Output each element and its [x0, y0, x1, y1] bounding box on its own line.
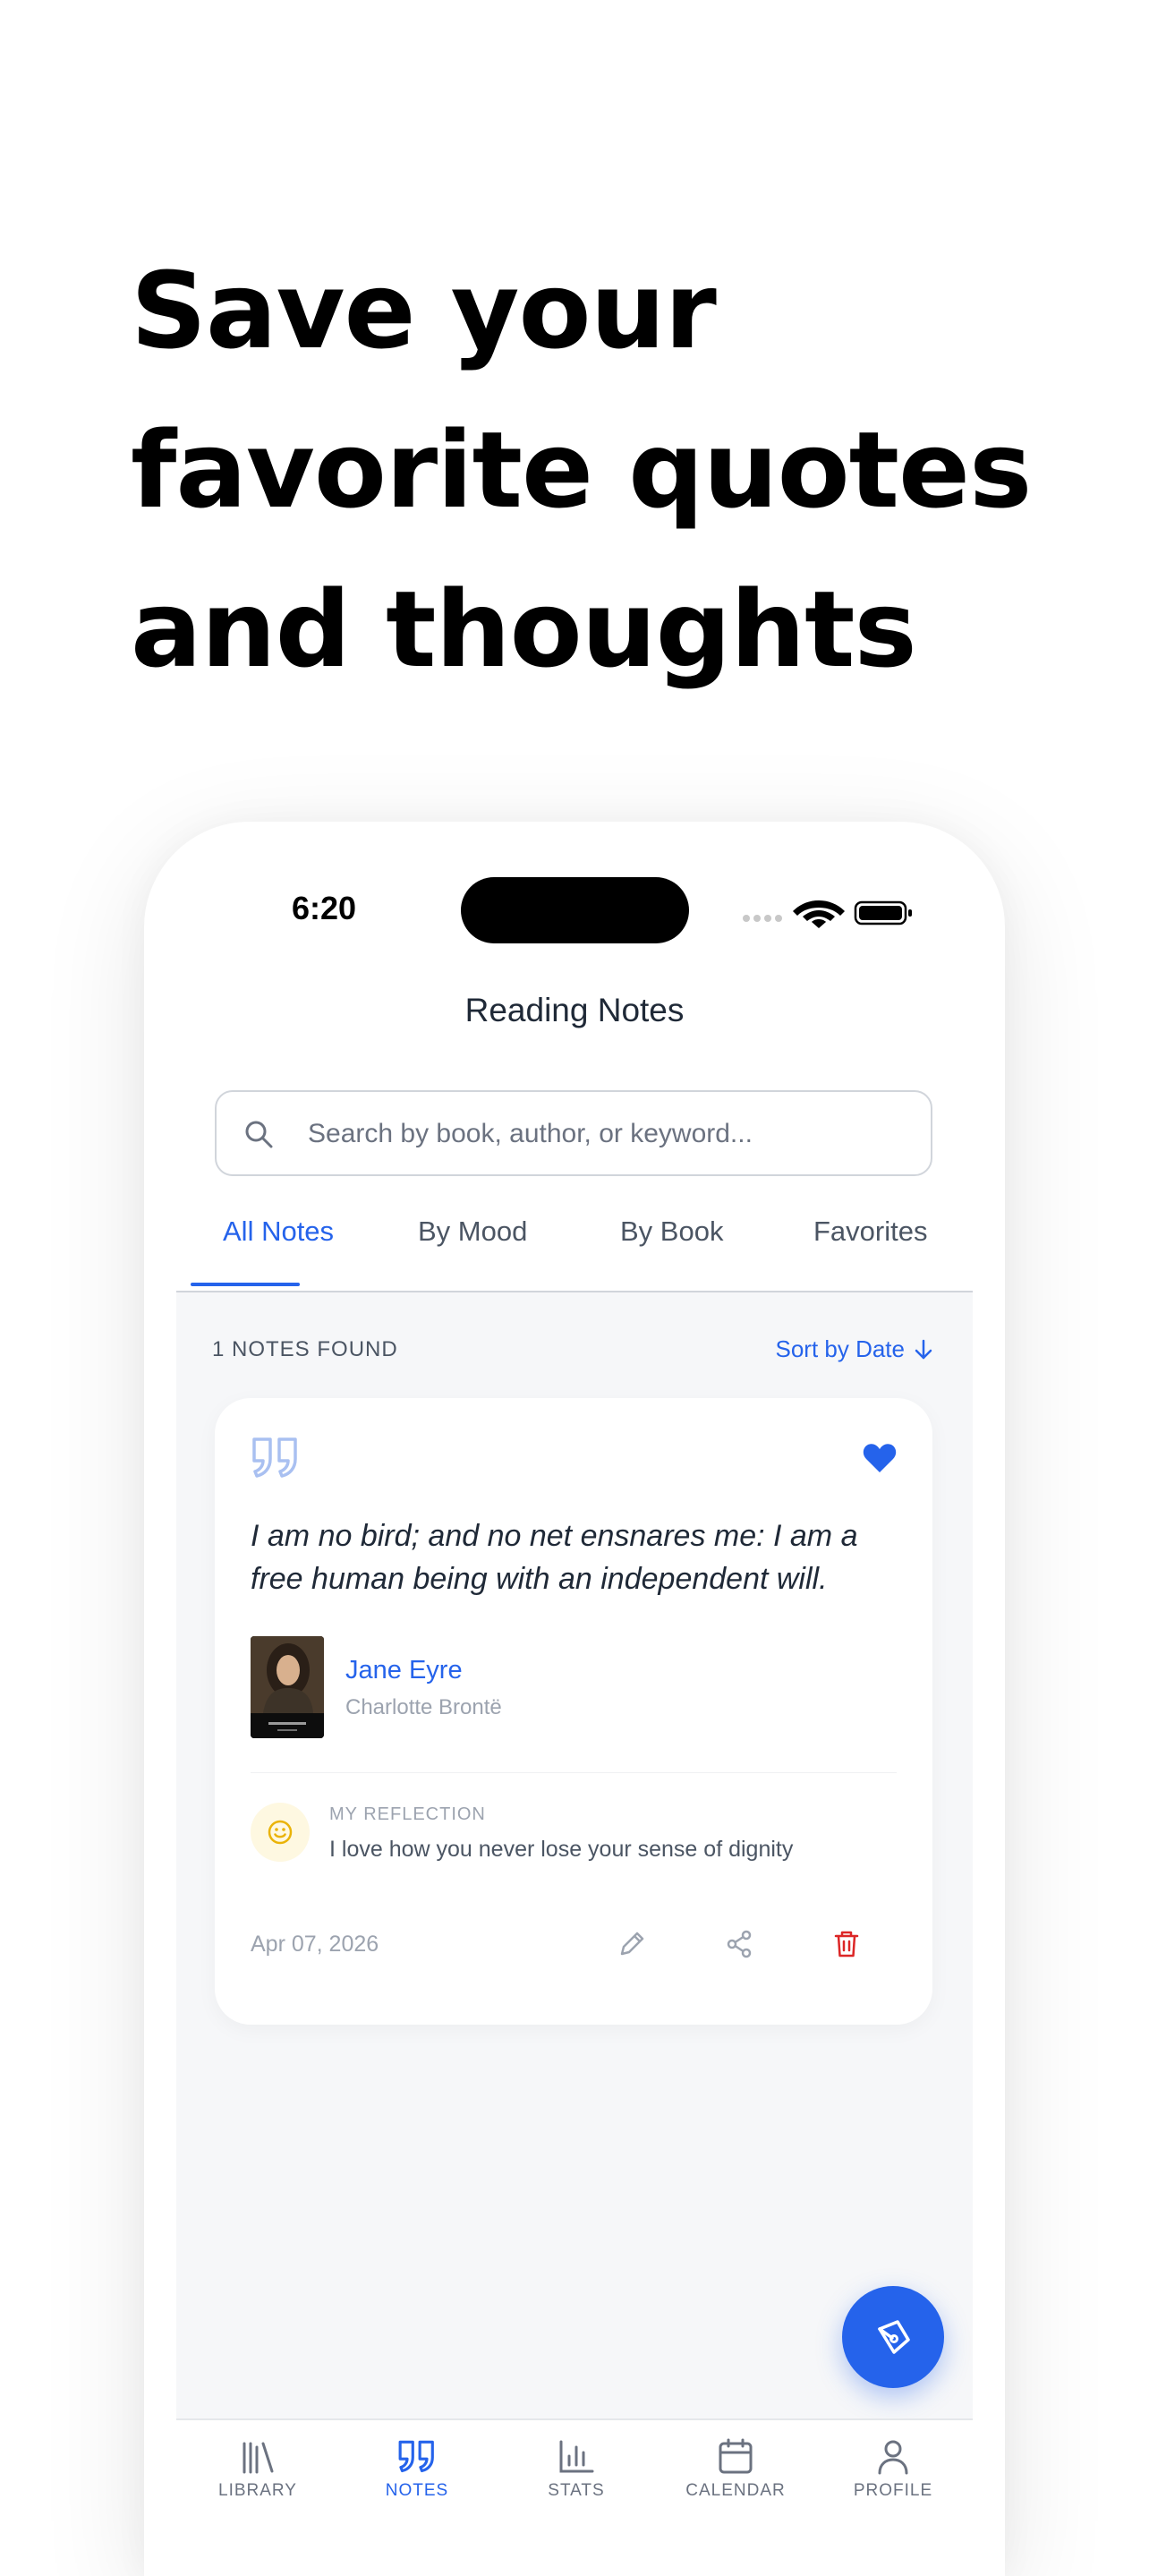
- note-card[interactable]: I am no bird; and no net ensnares me: I …: [215, 1398, 932, 2025]
- status-time: 6:20: [292, 890, 357, 926]
- card-divider: [251, 1772, 897, 1773]
- bottom-tab-bar: LIBRARY NOTES STATS CALENDAR PROFILE: [176, 2418, 973, 2576]
- battery-icon: [854, 900, 912, 925]
- tab-label-notes: NOTES: [385, 2481, 449, 2500]
- note-date: Apr 07, 2026: [251, 1932, 379, 1957]
- tab-label-stats: STATS: [548, 2481, 605, 2500]
- library-icon: [243, 2442, 274, 2474]
- marketing-headline: Save your favorite quotes and thoughts: [131, 231, 1070, 709]
- cellular-signal-icon: [743, 915, 782, 922]
- dynamic-island: [461, 877, 689, 943]
- sort-button[interactable]: Sort by Date: [775, 1335, 933, 1363]
- search-bar: [215, 1090, 932, 1176]
- share-button[interactable]: [718, 1923, 761, 1966]
- tab-by-book[interactable]: By Book: [620, 1215, 723, 1248]
- reflection-text: I love how you never lose your sense of …: [329, 1837, 794, 1862]
- edit-button[interactable]: [610, 1923, 653, 1966]
- page-title: Reading Notes: [464, 992, 685, 1028]
- reflection-label: MY REFLECTION: [329, 1804, 486, 1824]
- calendar-icon: [719, 2438, 753, 2474]
- pen-tool-icon: [878, 2320, 910, 2354]
- notes-content[interactable]: 1 NOTES FOUND Sort by Date I am no bird;…: [176, 1292, 973, 2420]
- tab-favorites[interactable]: Favorites: [813, 1215, 927, 1248]
- trash-icon: [834, 1931, 859, 1958]
- heart-icon[interactable]: [863, 1443, 897, 1473]
- quote-icon: [398, 2440, 434, 2473]
- tab-by-mood[interactable]: By Mood: [418, 1215, 527, 1248]
- tab-label-library: LIBRARY: [218, 2481, 297, 2500]
- status-icons: [743, 900, 912, 928]
- tab-profile[interactable]: PROFILE: [817, 2436, 969, 2501]
- headline-line-1: Save your: [131, 249, 717, 372]
- share-icon: [727, 1930, 752, 1958]
- phone-frame: 6:20 Reading Notes All Notes By Mood By …: [144, 822, 1005, 2576]
- book-cover-image: [251, 1636, 324, 1738]
- quote-icon: [252, 1437, 297, 1478]
- arrow-down-icon: [915, 1339, 932, 1359]
- sort-label: Sort by Date: [775, 1335, 905, 1362]
- search-input[interactable]: [306, 1092, 918, 1176]
- pencil-icon: [620, 1932, 644, 1956]
- tab-all-notes[interactable]: All Notes: [223, 1215, 334, 1248]
- search-icon: [245, 1121, 273, 1148]
- wifi-icon: [793, 900, 845, 928]
- tab-stats[interactable]: STATS: [500, 2436, 652, 2501]
- headline-line-3: and thoughts: [131, 567, 917, 691]
- book-author: Charlotte Brontë: [345, 1695, 502, 1719]
- quote-text: I am no bird; and no net ensnares me: I …: [251, 1519, 858, 1596]
- active-tab-indicator: [191, 1283, 300, 1286]
- tab-notes[interactable]: NOTES: [341, 2436, 493, 2501]
- tab-calendar[interactable]: CALENDAR: [660, 2436, 812, 2501]
- smile-icon: [268, 1820, 293, 1845]
- tab-label-calendar: CALENDAR: [685, 2481, 786, 2500]
- tab-label-profile: PROFILE: [853, 2481, 933, 2500]
- notes-count: 1 NOTES FOUND: [212, 1337, 398, 1361]
- delete-button[interactable]: [825, 1923, 868, 1966]
- book-title-link[interactable]: Jane Eyre: [345, 1656, 463, 1685]
- bar-chart-icon: [559, 2440, 594, 2473]
- mood-badge: [251, 1803, 310, 1862]
- headline-line-2: favorite quotes: [131, 408, 1032, 532]
- user-icon: [878, 2440, 908, 2475]
- tab-library[interactable]: LIBRARY: [182, 2436, 334, 2501]
- add-note-button[interactable]: [842, 2286, 944, 2388]
